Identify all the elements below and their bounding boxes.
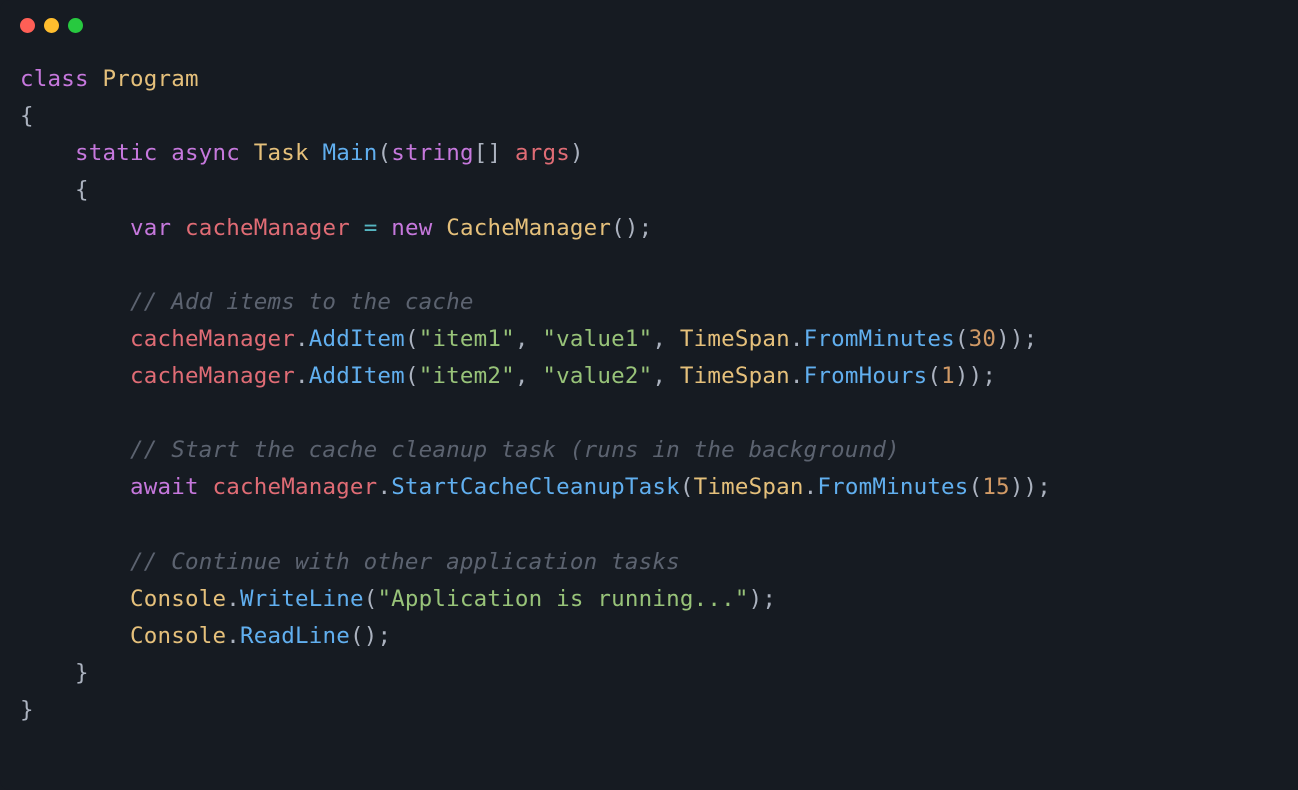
class-name: Program xyxy=(102,66,198,92)
class-name: CacheManager xyxy=(446,215,611,241)
dot: . xyxy=(226,623,240,649)
code-line: Console.ReadLine(); xyxy=(20,623,391,649)
code-line: await cacheManager.StartCacheCleanupTask… xyxy=(20,474,1051,500)
method: FromMinutes xyxy=(817,474,968,500)
identifier: cacheManager xyxy=(212,474,377,500)
identifier: cacheManager xyxy=(130,363,295,389)
number: 30 xyxy=(969,326,997,352)
keyword: await xyxy=(130,474,199,500)
paren: ( xyxy=(364,586,378,612)
code-line: static async Task Main(string[] args) xyxy=(20,140,584,166)
paren: ( xyxy=(680,474,694,500)
parens: (); xyxy=(611,215,652,241)
brackets: [] xyxy=(474,140,502,166)
code-line: // Continue with other application tasks xyxy=(20,549,680,575)
string: "value2" xyxy=(542,363,652,389)
code-line: } xyxy=(20,697,34,723)
paren: )); xyxy=(955,363,996,389)
code-line: { xyxy=(20,177,89,203)
paren: ); xyxy=(749,586,777,612)
keyword: new xyxy=(391,215,432,241)
identifier: cacheManager xyxy=(130,326,295,352)
brace: { xyxy=(20,103,34,129)
comma: , xyxy=(652,326,680,352)
method: FromHours xyxy=(804,363,928,389)
code-editor[interactable]: class Program { static async Task Main(s… xyxy=(0,43,1298,749)
code-line: cacheManager.AddItem("item1", "value1", … xyxy=(20,326,1037,352)
method: AddItem xyxy=(309,363,405,389)
string: "value1" xyxy=(542,326,652,352)
code-line: var cacheManager = new CacheManager(); xyxy=(20,215,652,241)
paren: ( xyxy=(969,474,983,500)
comment: // Continue with other application tasks xyxy=(130,549,680,575)
comment: // Start the cache cleanup task (runs in… xyxy=(130,437,900,463)
comma: , xyxy=(515,363,543,389)
type: TimeSpan xyxy=(680,326,790,352)
code-window: class Program { static async Task Main(s… xyxy=(0,0,1298,790)
identifier: args xyxy=(515,140,570,166)
dot: . xyxy=(295,326,309,352)
type: Task xyxy=(254,140,309,166)
code-line: { xyxy=(20,103,34,129)
comment: // Add items to the cache xyxy=(130,289,474,315)
dot: . xyxy=(295,363,309,389)
code-line: cacheManager.AddItem("item2", "value2", … xyxy=(20,363,996,389)
code-line: // Add items to the cache xyxy=(20,289,474,315)
number: 15 xyxy=(982,474,1010,500)
method: WriteLine xyxy=(240,586,364,612)
type: Console xyxy=(130,623,226,649)
comma: , xyxy=(515,326,543,352)
method: ReadLine xyxy=(240,623,350,649)
method: AddItem xyxy=(309,326,405,352)
paren: )); xyxy=(1010,474,1051,500)
minimize-icon[interactable] xyxy=(44,18,59,33)
window-titlebar xyxy=(0,0,1298,43)
type: TimeSpan xyxy=(680,363,790,389)
type: Console xyxy=(130,586,226,612)
number: 1 xyxy=(941,363,955,389)
comma: , xyxy=(652,363,680,389)
operator: = xyxy=(364,215,378,241)
keyword: var xyxy=(130,215,171,241)
dot: . xyxy=(226,586,240,612)
method: StartCacheCleanupTask xyxy=(391,474,680,500)
paren: ) xyxy=(570,140,584,166)
paren: ( xyxy=(405,363,419,389)
method: Main xyxy=(322,140,377,166)
brace: } xyxy=(75,660,89,686)
keyword: static xyxy=(75,140,157,166)
type: TimeSpan xyxy=(694,474,804,500)
string: "item2" xyxy=(419,363,515,389)
code-line: class Program xyxy=(20,66,199,92)
code-line: // Start the cache cleanup task (runs in… xyxy=(20,437,900,463)
dot: . xyxy=(804,474,818,500)
code-line: } xyxy=(20,660,89,686)
code-line: Console.WriteLine("Application is runnin… xyxy=(20,586,776,612)
paren: ( xyxy=(927,363,941,389)
dot: . xyxy=(790,326,804,352)
paren: ( xyxy=(377,140,391,166)
method: FromMinutes xyxy=(804,326,955,352)
close-icon[interactable] xyxy=(20,18,35,33)
keyword: class xyxy=(20,66,89,92)
dot: . xyxy=(377,474,391,500)
brace: { xyxy=(75,177,89,203)
identifier: cacheManager xyxy=(185,215,350,241)
type: string xyxy=(391,140,473,166)
brace: } xyxy=(20,697,34,723)
string: "Application is running..." xyxy=(377,586,748,612)
maximize-icon[interactable] xyxy=(68,18,83,33)
paren: ( xyxy=(405,326,419,352)
paren: ( xyxy=(955,326,969,352)
paren: )); xyxy=(996,326,1037,352)
dot: . xyxy=(790,363,804,389)
string: "item1" xyxy=(419,326,515,352)
parens: (); xyxy=(350,623,391,649)
keyword: async xyxy=(171,140,240,166)
